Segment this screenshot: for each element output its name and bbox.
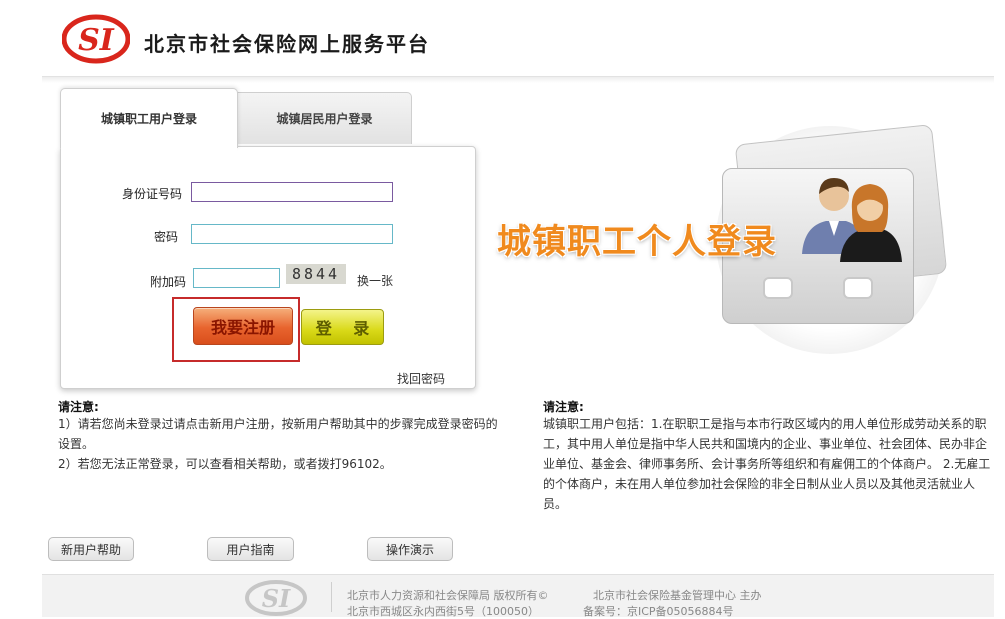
password-label: 密码: [153, 230, 178, 244]
tab-resident-login[interactable]: 城镇居民用户登录: [237, 92, 412, 144]
refresh-captcha-link[interactable]: 换一张: [357, 272, 393, 289]
notice-right-line: 业单位、基金会、律师事务所、会计事务所等组织和有雇佣工的个体商户。 2.无雇工: [543, 457, 991, 471]
notice-right-line: 员。: [543, 497, 568, 511]
header-shadow: [42, 77, 994, 83]
recover-password-link[interactable]: 找回密码: [397, 370, 445, 387]
social-insurance-logo: SI: [62, 14, 130, 64]
footer-logo-text: SI: [262, 584, 291, 613]
notice-left-line: 1）请若您尚未登录过请点击新用户注册，按新用户帮助其中的步骤完成登录密码的: [58, 417, 498, 431]
demo-button[interactable]: 操作演示: [367, 537, 453, 561]
users-icon: [802, 178, 902, 262]
site-title: 北京市社会保险网上服务平台: [144, 32, 430, 56]
notice-right-title: 请注意:: [543, 400, 584, 414]
card-slot-left: [763, 277, 793, 299]
tab-employee-login[interactable]: 城镇职工用户登录: [60, 88, 238, 148]
captcha-image: 8844: [286, 264, 346, 284]
user-guide-button[interactable]: 用户指南: [207, 537, 294, 561]
footer-copyright: 北京市人力资源和社会保障局 版权所有©: [347, 589, 549, 602]
notice-left-line: 2）若您无法正常登录，可以查看相关帮助，或者拨打96102。: [58, 457, 392, 471]
captcha-label: 附加码: [149, 275, 186, 289]
captcha-input[interactable]: [193, 268, 280, 288]
notice-right-line: 城镇职工用户包括：1.在职职工是指与本市行政区域内的用人单位形成劳动关系的职: [543, 417, 987, 431]
promo-heading: 城镇职工个人登录: [497, 222, 777, 262]
new-user-help-button[interactable]: 新用户帮助: [48, 537, 134, 561]
id-number-input[interactable]: [191, 182, 393, 202]
notice-left-title: 请注意:: [58, 400, 99, 414]
tab-connector: [61, 140, 237, 152]
register-button[interactable]: 我要注册: [193, 307, 293, 345]
notice-right-body: 城镇职工用户包括：1.在职职工是指与本市行政区域内的用人单位形成劳动关系的职 工…: [543, 414, 993, 514]
login-button[interactable]: 登 录: [301, 309, 384, 345]
notice-right-line: 的个体商户，未在用人单位参加社会保险的非全日制从业人员以及其他灵活就业人: [543, 477, 976, 491]
footer-organizer: 北京市社会保险基金管理中心 主办: [593, 589, 762, 602]
logo-text: SI: [78, 23, 115, 58]
notice-left-body: 1）请若您尚未登录过请点击新用户注册，按新用户帮助其中的步骤完成登录密码的 设置…: [58, 414, 508, 474]
password-input[interactable]: [191, 224, 393, 244]
header: SI 北京市社会保险网上服务平台: [0, 0, 1005, 78]
card-slot-right: [843, 277, 873, 299]
notice-right-line: 工，其中用人单位是指中华人民共和国境内的企业、事业单位、社会团体、民办非企: [543, 437, 988, 451]
footer-divider: [331, 582, 332, 612]
footer-logo: SI: [245, 580, 307, 616]
notice-left-line: 设置。: [58, 437, 95, 451]
id-number-label: 身份证号码: [121, 187, 182, 201]
